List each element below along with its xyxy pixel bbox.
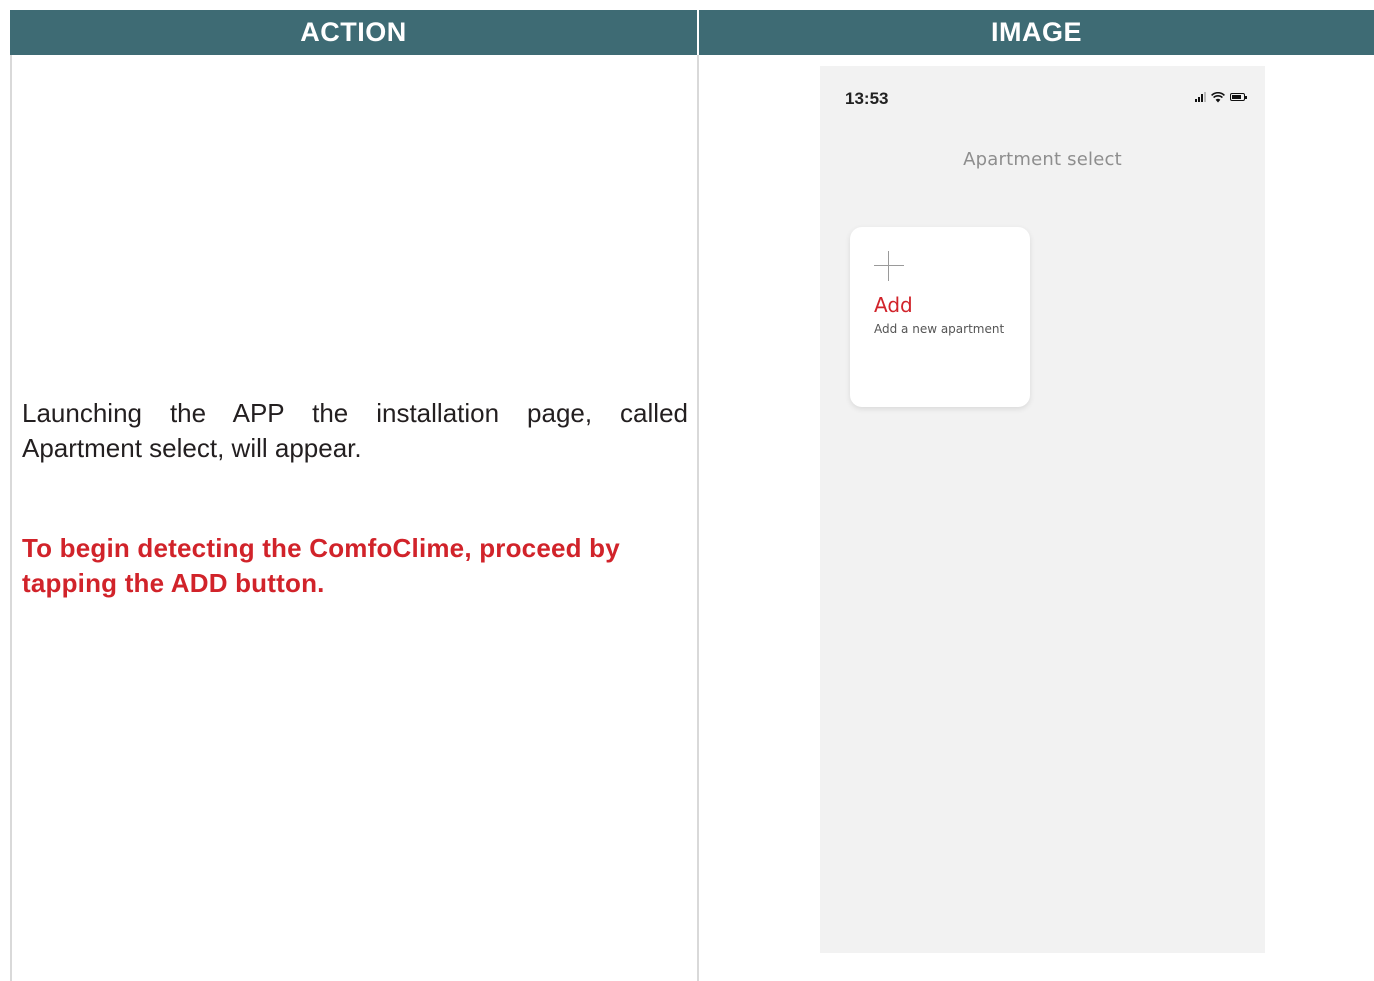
add-apartment-button[interactable]: Add Add a new apartment: [850, 227, 1030, 407]
page-title: Apartment select: [963, 149, 1122, 170]
wifi-icon: [1211, 91, 1225, 102]
header-action: ACTION: [10, 10, 697, 55]
add-label: Add: [874, 293, 913, 317]
instruction-table: ACTION IMAGE Launching the APP the insta…: [10, 10, 1374, 981]
signal-icon: [1195, 92, 1206, 102]
add-subtitle: Add a new apartment: [874, 322, 1005, 336]
header-image: IMAGE: [699, 10, 1374, 55]
column-divider: [697, 55, 699, 981]
status-time: 13:53: [845, 89, 889, 108]
status-icons: [1195, 90, 1247, 104]
action-description: Launching the APP the installation page,…: [22, 398, 688, 463]
table-header: ACTION IMAGE: [10, 10, 1374, 55]
plus-icon: [874, 251, 904, 281]
phone-screenshot: 13:53 Apartment select Add Add a new apa…: [820, 66, 1265, 953]
battery-icon: [1230, 93, 1247, 101]
left-border: [10, 55, 12, 981]
action-highlight: To begin detecting the ComfoClime, proce…: [22, 533, 620, 598]
